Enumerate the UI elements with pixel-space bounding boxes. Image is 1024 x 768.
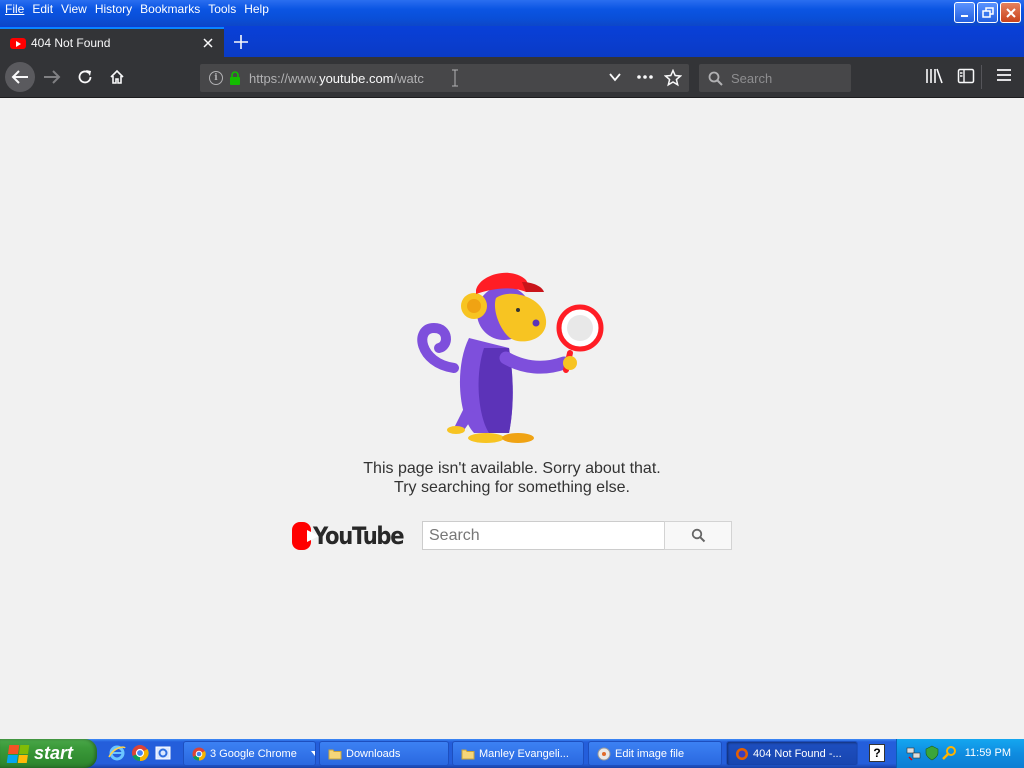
menu-bookmarks[interactable]: Bookmarks <box>136 0 204 16</box>
youtube-play-icon <box>292 522 320 550</box>
taskbar-button-404[interactable]: 404 Not Found -... <box>726 741 858 766</box>
search-icon <box>708 71 723 86</box>
reload-icon <box>78 70 92 84</box>
error-message: This page isn't available. Sorry about t… <box>312 459 712 497</box>
minimize-icon <box>960 14 968 17</box>
reload-button[interactable] <box>70 62 100 92</box>
url-suffix: /watc <box>393 70 424 86</box>
library-icon <box>926 68 943 84</box>
toolbar-search-bar[interactable]: Search <box>699 64 851 92</box>
taskbar-button-manley[interactable]: Manley Evangeli... <box>452 741 584 766</box>
info-icon[interactable]: i <box>209 71 223 85</box>
close-icon <box>203 38 213 48</box>
youtube-logo[interactable]: YouTube <box>292 521 416 551</box>
taskbar-button-label: Downloads <box>346 747 401 760</box>
youtube-logo-text: YouTube <box>313 522 405 550</box>
arrow-right-icon <box>44 70 61 84</box>
network-icon[interactable] <box>906 745 922 761</box>
minimize-button[interactable] <box>954 2 975 23</box>
close-icon <box>1005 7 1016 18</box>
windows-flag-icon <box>6 744 30 763</box>
taskbar-button-label: Edit image file <box>615 747 685 760</box>
search-icon <box>691 528 705 543</box>
taskbar-button-label: 404 Not Found -... <box>753 747 842 760</box>
menu-view[interactable]: View <box>57 0 91 16</box>
open-menu-button[interactable] <box>996 67 1012 86</box>
system-tray: 11:59 PM <box>896 739 1024 768</box>
close-window-button[interactable] <box>1000 2 1021 23</box>
taskbar: start 3 Google Chrome Downloads Manley E… <box>0 739 1024 768</box>
disc-icon <box>597 747 611 760</box>
start-button[interactable]: start <box>0 739 97 768</box>
sidebar-icon <box>957 68 975 84</box>
start-label: start <box>34 743 74 763</box>
plus-icon <box>234 35 248 49</box>
sidebar-button[interactable] <box>957 67 975 88</box>
menu-tools[interactable]: Tools <box>204 0 240 16</box>
error-message-line1: This page isn't available. Sorry about t… <box>363 460 661 477</box>
menu-edit[interactable]: Edit <box>28 0 57 16</box>
new-tab-button[interactable] <box>230 31 252 53</box>
url-domain: youtube.com <box>319 70 394 86</box>
monkey-illustration-icon <box>417 272 604 443</box>
chevron-down-icon <box>310 750 315 756</box>
taskbar-button-chrome[interactable]: 3 Google Chrome <box>183 741 316 766</box>
toolbar-separator <box>981 65 982 89</box>
window-controls <box>954 2 1021 23</box>
url-text[interactable]: https://www.youtube.com/watc <box>249 71 435 86</box>
menu-file[interactable]: File <box>0 0 28 16</box>
chrome-icon <box>192 747 206 761</box>
security-shield-icon[interactable] <box>924 745 940 761</box>
restore-icon <box>981 6 994 18</box>
youtube-search-placeholder: Search <box>429 526 480 544</box>
chrome-quicklaunch-icon[interactable] <box>131 744 149 762</box>
tab-strip: 404 Not Found <box>0 26 1024 57</box>
back-button[interactable] <box>5 62 35 92</box>
forward-button[interactable] <box>37 62 67 92</box>
bookmark-star-button[interactable] <box>663 68 683 90</box>
hamburger-menu-icon <box>997 69 1011 81</box>
internet-explorer-icon[interactable] <box>108 744 126 762</box>
show-desktop-icon[interactable] <box>154 744 172 762</box>
taskbar-button-label: 3 Google Chrome <box>210 747 297 760</box>
help-icon[interactable]: ? <box>869 744 885 762</box>
search-tray-icon[interactable] <box>942 745 958 761</box>
arrow-left-icon <box>11 70 28 84</box>
menu-help[interactable]: Help <box>240 0 273 16</box>
url-bar[interactable]: i https://www.youtube.com/watc <box>200 64 689 92</box>
url-prefix: https://www. <box>249 70 320 86</box>
error-message-line2: Try searching for something else. <box>394 479 630 496</box>
taskbar-button-downloads[interactable]: Downloads <box>319 741 449 766</box>
firefox-icon <box>736 747 748 760</box>
clock: 11:59 PM <box>964 747 1011 759</box>
tab-title: 404 Not Found <box>31 36 111 50</box>
url-dropdown-button[interactable] <box>608 70 622 87</box>
tab-close-button[interactable] <box>198 33 218 53</box>
chevron-down-icon <box>609 73 621 82</box>
lock-icon[interactable] <box>229 71 241 85</box>
navigation-toolbar: i https://www.youtube.com/watc Search <box>0 57 1024 98</box>
star-icon <box>663 68 683 87</box>
home-icon <box>110 69 124 84</box>
home-button[interactable] <box>102 62 132 92</box>
restore-button[interactable] <box>977 2 998 23</box>
page-actions-button[interactable] <box>636 70 654 87</box>
ellipsis-icon <box>637 75 653 79</box>
library-button[interactable] <box>925 67 943 88</box>
page-content: This page isn't available. Sorry about t… <box>0 98 1024 739</box>
youtube-search-button[interactable] <box>664 521 732 550</box>
folder-icon <box>328 749 342 759</box>
toolbar-search-placeholder: Search <box>731 70 773 86</box>
youtube-search-input[interactable]: Search <box>422 521 665 550</box>
taskbar-button-label: Manley Evangeli... <box>479 747 569 760</box>
menu-history[interactable]: History <box>91 0 136 16</box>
folder-icon <box>461 749 475 759</box>
tab-404-not-found[interactable]: 404 Not Found <box>0 27 224 57</box>
menu-bar: File Edit View History Bookmarks Tools H… <box>0 0 1024 26</box>
taskbar-button-edit-image[interactable]: Edit image file <box>588 741 722 766</box>
youtube-favicon-icon <box>10 37 26 49</box>
text-cursor-icon <box>451 69 459 87</box>
